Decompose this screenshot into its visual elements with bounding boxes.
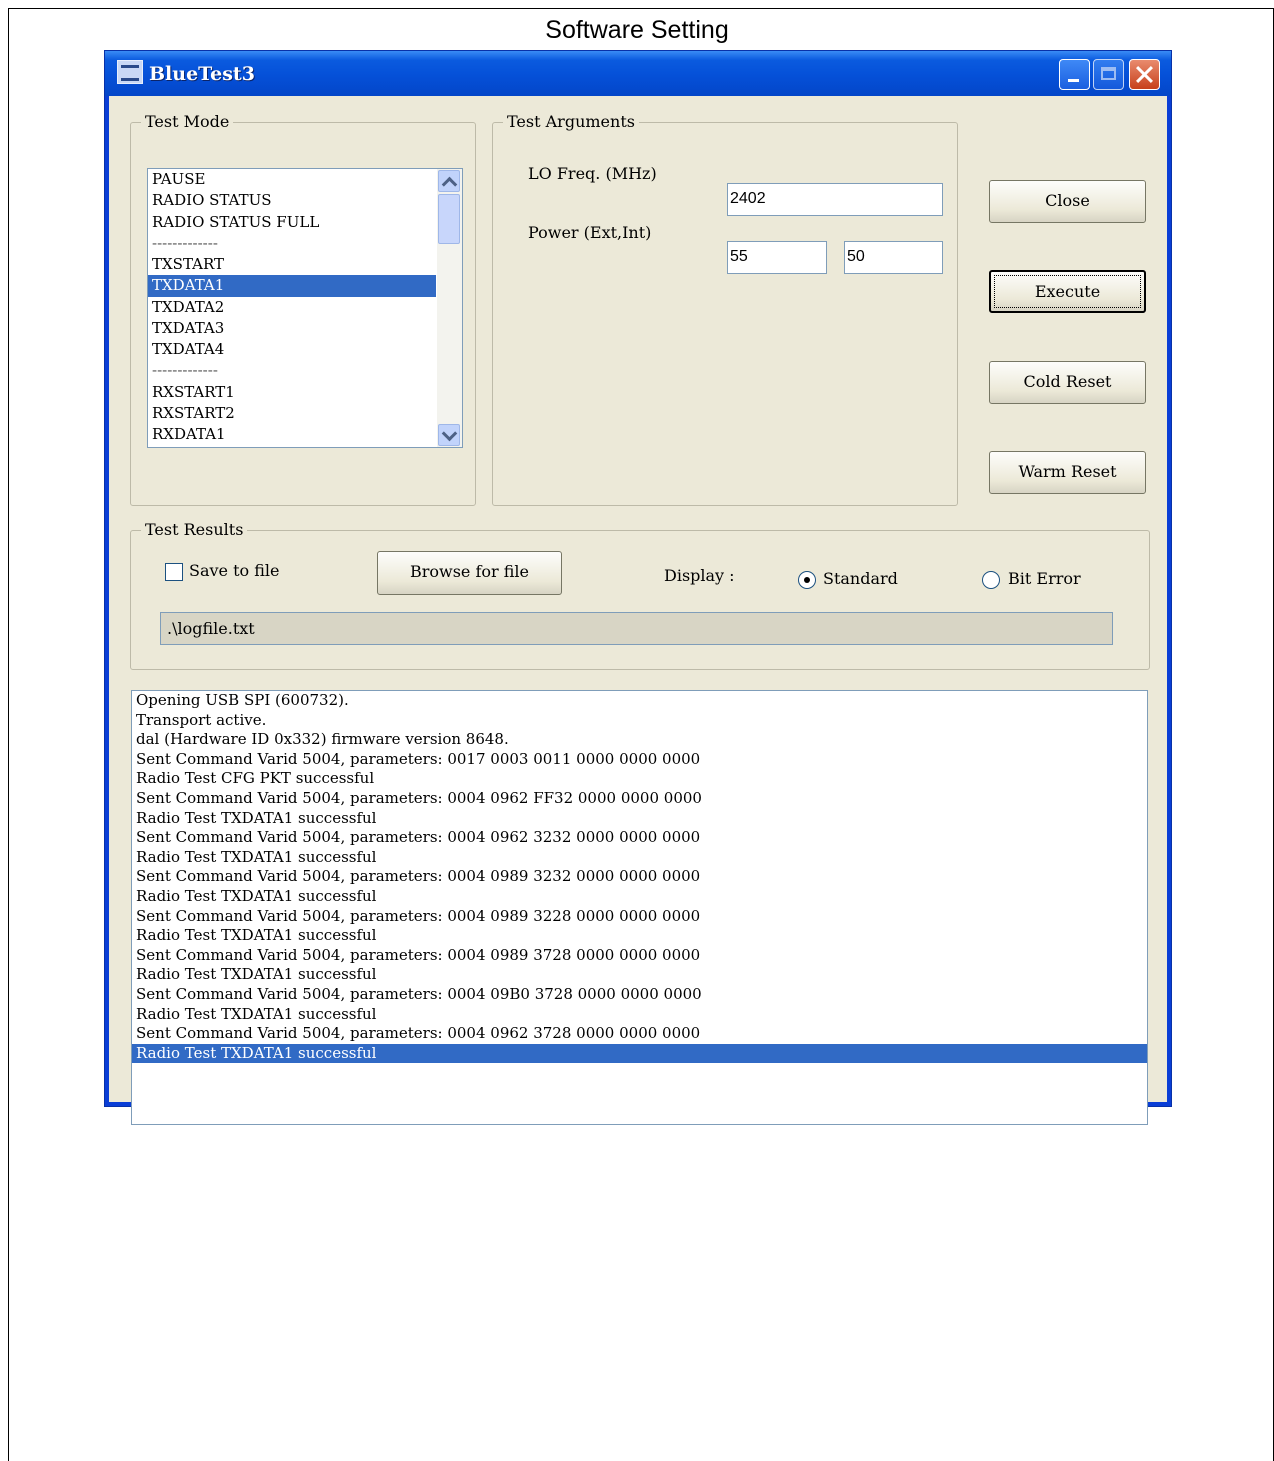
- log-line[interactable]: Radio Test TXDATA1 successful: [132, 848, 1147, 868]
- list-item[interactable]: TXDATA2: [148, 297, 436, 318]
- cold-reset-button[interactable]: Cold Reset: [989, 361, 1146, 404]
- log-line[interactable]: Sent Command Varid 5004, parameters: 000…: [132, 828, 1147, 848]
- power-ext-input[interactable]: 55: [727, 241, 827, 274]
- log-line[interactable]: Radio Test TXDATA1 successful: [132, 926, 1147, 946]
- browse-for-file-button[interactable]: Browse for file: [377, 551, 562, 595]
- log-file-path-field: .\logfile.txt: [160, 612, 1113, 645]
- test-mode-group: Test Mode PAUSE RADIO STATUS RADIO STATUS …: [130, 112, 476, 506]
- log-line[interactable]: Radio Test TXDATA1 successful: [132, 887, 1147, 907]
- log-line[interactable]: Sent Command Varid 5004, parameters: 000…: [132, 907, 1147, 927]
- list-item[interactable]: RXSTART2: [148, 403, 436, 424]
- test-mode-listbox[interactable]: PAUSE RADIO STATUS RADIO STATUS FULL ------…: [147, 168, 463, 448]
- list-item[interactable]: TXDATA4: [148, 339, 436, 360]
- log-line[interactable]: Sent Command Varid 5004, parameters: 000…: [132, 985, 1147, 1005]
- chevron-down-icon: [441, 425, 458, 442]
- log-line[interactable]: Sent Command Varid 5004, parameters: 000…: [132, 789, 1147, 809]
- power-int-input[interactable]: 50: [844, 241, 943, 274]
- listbox-scrollbar[interactable]: [437, 169, 462, 447]
- log-line[interactable]: Transport active.: [132, 711, 1147, 731]
- close-button[interactable]: Close: [989, 180, 1146, 223]
- window-title: BlueTest3: [149, 63, 255, 85]
- list-item[interactable]: PAUSE: [148, 169, 436, 190]
- scroll-thumb[interactable]: [438, 194, 460, 244]
- log-line[interactable]: Radio Test CFG PKT successful: [132, 769, 1147, 789]
- log-line[interactable]: Radio Test TXDATA1 successful: [132, 965, 1147, 985]
- list-item[interactable]: TXDATA1: [148, 275, 436, 297]
- execute-button[interactable]: Execute: [989, 270, 1146, 313]
- power-label: Power (Ext,Int): [528, 223, 652, 242]
- list-item[interactable]: RADIO STATUS: [148, 190, 436, 211]
- list-item[interactable]: TXDATA3: [148, 318, 436, 339]
- list-item[interactable]: TXSTART: [148, 254, 436, 275]
- bluetest3-window: BlueTest3 Test Mode PAUSE RADIO STATUS RAD…: [104, 50, 1172, 1125]
- log-output-box[interactable]: Opening USB SPI (600732). Transport activ…: [131, 690, 1148, 1125]
- list-item[interactable]: RXDATA1: [148, 424, 436, 445]
- test-arguments-label: Test Arguments: [503, 112, 639, 131]
- log-lines: Opening USB SPI (600732). Transport activ…: [132, 691, 1147, 1064]
- log-line[interactable]: Radio Test TXDATA1 successful: [132, 809, 1147, 829]
- app-icon[interactable]: [117, 60, 143, 84]
- close-window-button[interactable]: [1129, 59, 1160, 90]
- page-heading: Software Setting: [545, 16, 729, 44]
- title-bar[interactable]: BlueTest3: [105, 51, 1171, 96]
- test-results-group: Test Results Save to file Browse for fil…: [130, 520, 1150, 670]
- log-line[interactable]: Radio Test TXDATA1 successful: [132, 1005, 1147, 1025]
- log-line[interactable]: Sent Command Varid 5004, parameters: 000…: [132, 867, 1147, 887]
- standard-radio[interactable]: [798, 571, 816, 589]
- test-arguments-group: Test Arguments LO Freq. (MHz) 2402 Power…: [492, 112, 958, 506]
- list-item[interactable]: -------------: [148, 233, 436, 254]
- list-item[interactable]: RXSTART1: [148, 382, 436, 403]
- display-label: Display :: [664, 566, 735, 585]
- bit-error-label: Bit Error: [1008, 569, 1081, 588]
- bit-error-radio[interactable]: [982, 571, 1000, 589]
- lo-freq-input[interactable]: 2402: [727, 183, 943, 216]
- test-mode-label: Test Mode: [141, 112, 234, 131]
- list-item[interactable]: -------------: [148, 360, 436, 381]
- log-line[interactable]: Radio Test TXDATA1 successful: [132, 1043, 1147, 1064]
- list-item[interactable]: RADIO STATUS FULL: [148, 212, 436, 233]
- standard-label: Standard: [823, 569, 898, 588]
- minimize-button[interactable]: [1059, 59, 1090, 90]
- save-to-file-label: Save to file: [189, 561, 280, 580]
- log-line[interactable]: Opening USB SPI (600732).: [132, 691, 1147, 711]
- log-line[interactable]: Sent Command Varid 5004, parameters: 001…: [132, 750, 1147, 770]
- scroll-down-button[interactable]: [438, 424, 460, 446]
- save-to-file-checkbox[interactable]: [165, 563, 183, 581]
- chevron-up-icon: [441, 176, 458, 193]
- scroll-up-button[interactable]: [438, 170, 460, 193]
- lo-freq-label: LO Freq. (MHz): [528, 164, 657, 183]
- log-line[interactable]: dal (Hardware ID 0x332) firmware version…: [132, 730, 1147, 750]
- maximize-button[interactable]: [1093, 59, 1124, 90]
- dialog-client-area: Test Mode PAUSE RADIO STATUS RADIO STATUS …: [109, 96, 1167, 1125]
- test-results-label: Test Results: [141, 520, 248, 539]
- log-line[interactable]: Sent Command Varid 5004, parameters: 000…: [132, 946, 1147, 966]
- test-mode-items: PAUSE RADIO STATUS RADIO STATUS FULL ------…: [148, 169, 436, 445]
- warm-reset-button[interactable]: Warm Reset: [989, 451, 1146, 494]
- log-line[interactable]: Sent Command Varid 5004, parameters: 000…: [132, 1024, 1147, 1044]
